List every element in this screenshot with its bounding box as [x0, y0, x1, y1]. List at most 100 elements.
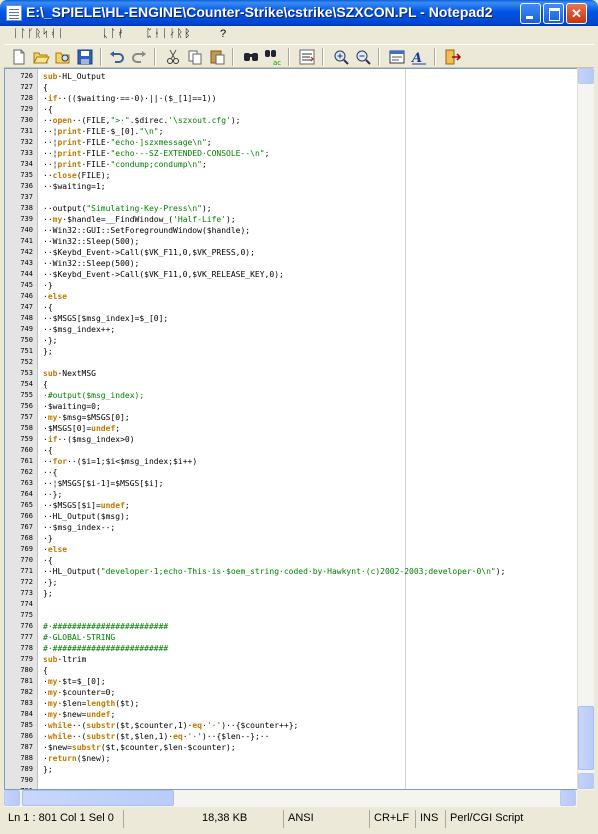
new-file-icon[interactable]: [10, 48, 28, 66]
code-line[interactable]: 752: [5, 357, 577, 368]
code-line[interactable]: 773};: [5, 588, 577, 599]
code-line[interactable]: 769 ·else: [5, 544, 577, 555]
code-line[interactable]: 728 ·if··(($waiting·==·0)·||·($_[1]==1)): [5, 93, 577, 104]
code-line[interactable]: 788 ·return($new);: [5, 753, 577, 764]
code-line[interactable]: 742 ··$Keybd_Event->Call($VK_F11,0,$VK_PR…: [5, 247, 577, 258]
replace-icon[interactable]: ac: [264, 48, 282, 67]
code-line[interactable]: 741 ··Win32::Sleep(500);: [5, 236, 577, 247]
maximize-button[interactable]: [543, 3, 564, 24]
undo-icon[interactable]: [108, 48, 126, 66]
code-line[interactable]: 780 {: [5, 665, 577, 676]
menu-file[interactable]: ᛁᛚᚴᚱ: [12, 28, 42, 40]
code-line[interactable]: 754 {: [5, 379, 577, 390]
code-line[interactable]: 747 ·{: [5, 302, 577, 313]
title-bar[interactable]: E:\_SPIELE\HL-ENGINE\Counter-Strike\cstr…: [0, 0, 598, 26]
code-line[interactable]: 762 ··{: [5, 467, 577, 478]
status-position[interactable]: Ln 1 : 801 Col 1 Sel 0: [4, 810, 124, 828]
code-line[interactable]: 749 ··$msg_index++;: [5, 324, 577, 335]
save-icon[interactable]: [76, 48, 94, 66]
zoom-in-icon[interactable]: [332, 48, 350, 66]
browse-icon[interactable]: [54, 48, 72, 66]
code-line[interactable]: 763 ··¦$MSGS[$i-1]=$MSGS[$i];: [5, 478, 577, 489]
code-line[interactable]: 744 ··$Keybd_Event->Call($VK_F11,0,$VK_RE…: [5, 269, 577, 280]
code-line[interactable]: 786 ·while··(substr($t,$len,1)·eq·'·')··{…: [5, 731, 577, 742]
code-line[interactable]: 733 ··¦print·FILE·"echo·--SZ·EXTENDED·CON…: [5, 148, 577, 159]
code-line[interactable]: 770 ·{: [5, 555, 577, 566]
close-button[interactable]: ✕: [566, 3, 587, 24]
redo-icon[interactable]: [130, 48, 148, 66]
code-line[interactable]: 759 ·if··($msg_index>0): [5, 434, 577, 445]
exit-icon[interactable]: [444, 48, 462, 66]
code-line[interactable]: 775: [5, 610, 577, 621]
code-line[interactable]: 757 ·my·$msg=$MSGS[0];: [5, 412, 577, 423]
vertical-scrollbar[interactable]: [577, 68, 594, 790]
code-line[interactable]: 789};: [5, 764, 577, 775]
code-line[interactable]: 729 ·{: [5, 104, 577, 115]
code-line[interactable]: 726 sub·HL_Output: [5, 71, 577, 82]
code-line[interactable]: 764 ··};: [5, 489, 577, 500]
scroll-up-button[interactable]: [578, 68, 594, 84]
code-line[interactable]: 766 ··HL_Output($msg);: [5, 511, 577, 522]
scheme-icon[interactable]: [388, 48, 406, 66]
code-line[interactable]: 768 ·}: [5, 533, 577, 544]
code-line[interactable]: 750 ·};: [5, 335, 577, 346]
code-line[interactable]: 758 ·$MSGS[0]=undef;: [5, 423, 577, 434]
code-line[interactable]: 772 ·};: [5, 577, 577, 588]
minimize-button[interactable]: [520, 3, 541, 24]
code-line[interactable]: 753 sub·NextMSG: [5, 368, 577, 379]
horizontal-scrollbar[interactable]: [4, 790, 577, 807]
code-line[interactable]: 782 ·my·$counter=0;: [5, 687, 577, 698]
code-line[interactable]: 738 ··output("Simulating·Key·Press\n");: [5, 203, 577, 214]
code-line[interactable]: 735 ··close(FILE);: [5, 170, 577, 181]
code-line[interactable]: 746 ·else: [5, 291, 577, 302]
copy-icon[interactable]: [186, 48, 204, 66]
code-line[interactable]: 761 ··for··($i=1;$i<$msg_index;$i++): [5, 456, 577, 467]
code-line[interactable]: 781 ·my·$t=$_[0];: [5, 676, 577, 687]
code-line[interactable]: 743 ··Win32::Sleep(500);: [5, 258, 577, 269]
code-line[interactable]: 727 {: [5, 82, 577, 93]
code-line[interactable]: 785 ·while··(substr($t,$counter,1)·eq·'·'…: [5, 720, 577, 731]
scroll-down-button[interactable]: [578, 773, 594, 789]
code-line[interactable]: 790: [5, 775, 577, 786]
scroll-left-button[interactable]: [4, 790, 20, 806]
code-line[interactable]: 765 ··$MSGS[$i]=undef;: [5, 500, 577, 511]
code-line[interactable]: 745 ·}: [5, 280, 577, 291]
code-line[interactable]: 777 #·GLOBAL·STRING: [5, 632, 577, 643]
menu-view[interactable]: ᚳᛚᚯ: [102, 28, 125, 40]
status-insert-mode[interactable]: INS: [416, 810, 446, 828]
code-line[interactable]: 751};: [5, 346, 577, 357]
vertical-scroll-thumb[interactable]: [578, 706, 594, 770]
code-editor[interactable]: 726 sub·HL_Output 727 {728 ·if··(($waiting·=…: [4, 68, 578, 790]
code-line[interactable]: 748 ··$MSGS[$msg_index]=$_[0];: [5, 313, 577, 324]
code-line[interactable]: 787 ·$new=substr($t,$counter,$len-$counte…: [5, 742, 577, 753]
code-line[interactable]: 737: [5, 192, 577, 203]
menu-edit[interactable]: ᛋᚮᛁ: [42, 28, 65, 40]
status-encoding[interactable]: ANSI: [284, 810, 370, 828]
menu-help[interactable]: ?: [220, 28, 227, 40]
code-line[interactable]: 740 ··Win32::GUI::SetForegroundWindow($ha…: [5, 225, 577, 236]
code-line[interactable]: 755 ·#output($msg_index);: [5, 390, 577, 401]
horizontal-scroll-thumb[interactable]: [22, 790, 174, 806]
scroll-right-button[interactable]: [560, 790, 576, 806]
code-line[interactable]: 736 ··$waiting=1;: [5, 181, 577, 192]
code-line[interactable]: 784 ·my·$new=undef;: [5, 709, 577, 720]
code-line[interactable]: 734 ··¦print·FILE·"condump;condump\n";: [5, 159, 577, 170]
code-line[interactable]: 739 ··my·$handle=__FindWindow_('Half-Life…: [5, 214, 577, 225]
code-line[interactable]: 778 #·########################: [5, 643, 577, 654]
code-line[interactable]: 767 ··$msg_index--;: [5, 522, 577, 533]
code-line[interactable]: 774: [5, 599, 577, 610]
code-line[interactable]: 731 ··¦print·FILE·$_[0]."\n";: [5, 126, 577, 137]
code-line[interactable]: 760 ·{: [5, 445, 577, 456]
find-icon[interactable]: [242, 48, 260, 66]
word-wrap-icon[interactable]: [298, 48, 316, 66]
code-line[interactable]: 756 ·$waiting=0;: [5, 401, 577, 412]
code-line[interactable]: 732 ··¦print·FILE·"echo·]szxmessage\n";: [5, 137, 577, 148]
status-line-ending[interactable]: CR+LF: [370, 810, 416, 828]
code-line[interactable]: 783 ·my·$len=length($t);: [5, 698, 577, 709]
code-line[interactable]: 771 ··HL_Output("developer·1;echo·This·is…: [5, 566, 577, 577]
zoom-out-icon[interactable]: [354, 48, 372, 66]
cut-icon[interactable]: [164, 48, 182, 66]
font-icon[interactable]: A: [410, 48, 428, 66]
code-line[interactable]: 779 sub·ltrim: [5, 654, 577, 665]
status-scheme[interactable]: Perl/CGI Script: [446, 810, 594, 828]
